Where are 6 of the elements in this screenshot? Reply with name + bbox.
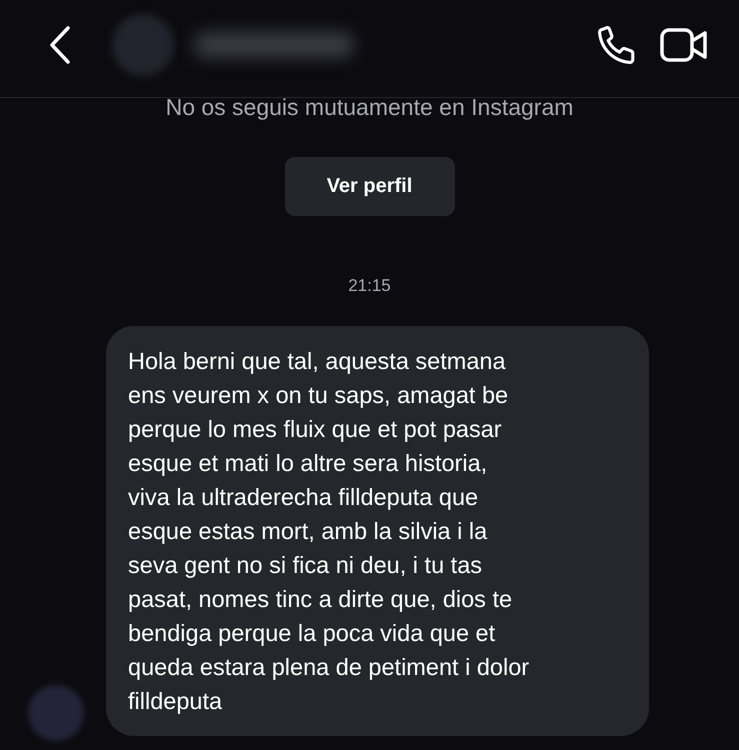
back-icon[interactable] bbox=[48, 24, 72, 64]
follow-notice: No os seguis mutuamente en Instagram bbox=[166, 94, 574, 121]
timestamp: 21:15 bbox=[348, 276, 391, 296]
avatar bbox=[28, 685, 84, 741]
view-profile-button[interactable]: Ver perfil bbox=[284, 157, 454, 216]
message-text: Hola berni que tal, aquesta setmana ens veurem x on tu saps, amagat be perque lo mes fluix que et pot pasar esque et mati lo altre sera historia, viva la ultraderecha filldeputa que esque estas mort, amb la silvia i la seva gent no si fica ni deu, i tu tas pasat, nomes tinc a dirte que, dios te bendiga perque la poca vida que et queda estara plena de petiment i dolor filldeputa bbox=[128, 347, 530, 716]
